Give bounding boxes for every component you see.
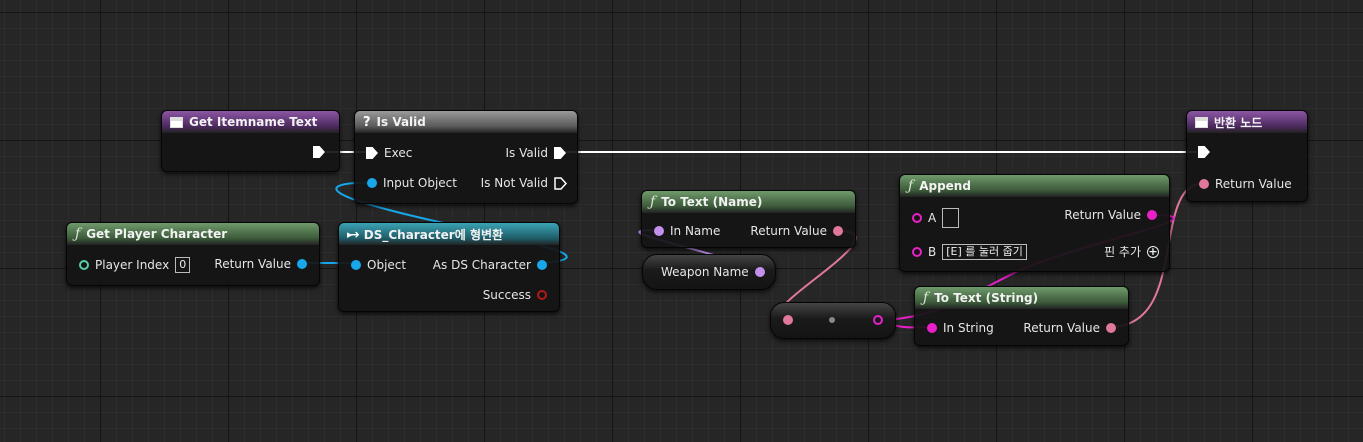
as-ds-character-pin[interactable] xyxy=(537,260,547,270)
node-title: 반환 노드 xyxy=(1214,115,1263,130)
function-icon: ƒ xyxy=(650,194,656,210)
player-index-pin[interactable] xyxy=(79,260,89,270)
node-header[interactable]: ƒ To Text (Name) xyxy=(642,191,855,213)
return-value-label: Return Value xyxy=(1023,321,1100,335)
node-title: Is Valid xyxy=(376,115,426,129)
in-string-label: In String xyxy=(943,321,994,335)
player-index-input[interactable]: 0 xyxy=(175,257,191,273)
exec-out-pin[interactable] xyxy=(313,146,325,158)
return-value-pin[interactable] xyxy=(297,259,307,269)
node-header[interactable]: ƒ To Text (String) xyxy=(915,287,1128,309)
node-header[interactable]: ƒ Append xyxy=(900,175,1169,197)
node-title: Append xyxy=(919,179,971,193)
exec-in-pin[interactable] xyxy=(1198,146,1210,158)
return-value-pin[interactable] xyxy=(1199,179,1209,189)
conversion-output-pin[interactable] xyxy=(873,315,883,325)
return-value-label: Return Value xyxy=(214,257,291,271)
return-value-label: Return Value xyxy=(1215,177,1292,191)
a-input[interactable] xyxy=(942,208,960,228)
node-header[interactable]: Get Itemname Text xyxy=(162,111,339,133)
node-text-to-string-conversion[interactable] xyxy=(770,302,896,339)
node-title: Get Itemname Text xyxy=(189,115,318,129)
function-entry-icon xyxy=(170,116,183,128)
node-title: To Text (String) xyxy=(934,291,1039,305)
is-not-valid-exec-pin[interactable] xyxy=(554,176,567,190)
object-label: Object xyxy=(367,258,407,272)
input-object-pin[interactable] xyxy=(367,178,377,188)
is-valid-exec-pin[interactable] xyxy=(554,147,566,159)
node-get-itemname-text[interactable]: Get Itemname Text xyxy=(161,110,340,172)
success-label: Success xyxy=(482,288,531,302)
b-pin[interactable] xyxy=(912,247,922,257)
a-pin[interactable] xyxy=(912,213,922,223)
conversion-input-pin[interactable] xyxy=(783,315,793,325)
return-value-pin[interactable] xyxy=(1106,323,1116,333)
b-label: B xyxy=(928,245,937,259)
return-value-pin[interactable] xyxy=(833,226,843,236)
conversion-dot-icon xyxy=(829,317,835,323)
as-ds-character-label: As DS Character xyxy=(432,258,531,272)
node-title: To Text (Name) xyxy=(661,195,763,209)
a-label: A xyxy=(928,211,937,225)
weapon-name-pin[interactable] xyxy=(754,267,765,277)
function-return-icon xyxy=(1195,116,1208,128)
return-value-pin[interactable] xyxy=(1147,210,1157,220)
node-title: Get Player Character xyxy=(86,227,228,241)
in-string-pin[interactable] xyxy=(927,323,937,333)
input-object-label: Input Object xyxy=(383,176,457,190)
object-pin[interactable] xyxy=(351,260,361,270)
weapon-name-label: Weapon Name xyxy=(661,265,749,279)
add-pin-icon[interactable]: + xyxy=(1147,245,1159,258)
node-return[interactable]: 반환 노드 Return Value xyxy=(1186,110,1308,202)
node-header[interactable]: 반환 노드 xyxy=(1187,111,1307,133)
node-title: DS_Character에 형변환 xyxy=(363,227,504,242)
question-icon: ? xyxy=(363,114,371,130)
node-cast-to-ds-character[interactable]: ▸➜ DS_Character에 형변환 Object As DS Charac… xyxy=(338,222,560,312)
function-icon: ƒ xyxy=(923,290,929,306)
add-pin-label: 핀 추가 xyxy=(1104,245,1141,259)
node-header[interactable]: ƒ Get Player Character xyxy=(67,223,319,245)
node-get-player-character[interactable]: ƒ Get Player Character Player Index 0 Re… xyxy=(66,222,320,286)
is-not-valid-label: Is Not Valid xyxy=(480,176,548,190)
b-input[interactable]: [E] 를 눌러 줍기 xyxy=(942,244,1027,260)
cast-icon: ▸➜ xyxy=(347,227,360,241)
player-index-label: Player Index xyxy=(95,258,170,272)
function-icon: ƒ xyxy=(908,178,914,194)
success-pin[interactable] xyxy=(537,290,547,300)
exec-in-pin[interactable] xyxy=(366,147,378,159)
node-is-valid[interactable]: ? Is Valid Exec Input Object Is Valid Is… xyxy=(354,110,578,204)
in-name-pin[interactable] xyxy=(654,226,664,236)
in-name-label: In Name xyxy=(670,224,721,238)
return-value-label: Return Value xyxy=(750,224,827,238)
node-append[interactable]: ƒ Append A B [E] 를 눌러 줍기 Return Value 핀 … xyxy=(899,174,1170,272)
node-header[interactable]: ▸➜ DS_Character에 형변환 xyxy=(339,223,559,245)
node-to-text-name[interactable]: ƒ To Text (Name) In Name Return Value xyxy=(641,190,856,248)
node-weapon-name-variable[interactable]: Weapon Name xyxy=(642,254,776,290)
node-to-text-string[interactable]: ƒ To Text (String) In String Return Valu… xyxy=(914,286,1129,346)
exec-label: Exec xyxy=(384,146,413,160)
return-value-label: Return Value xyxy=(1064,208,1141,222)
is-valid-label: Is Valid xyxy=(505,146,548,160)
function-icon: ƒ xyxy=(75,226,81,242)
node-header[interactable]: ? Is Valid xyxy=(355,111,577,133)
